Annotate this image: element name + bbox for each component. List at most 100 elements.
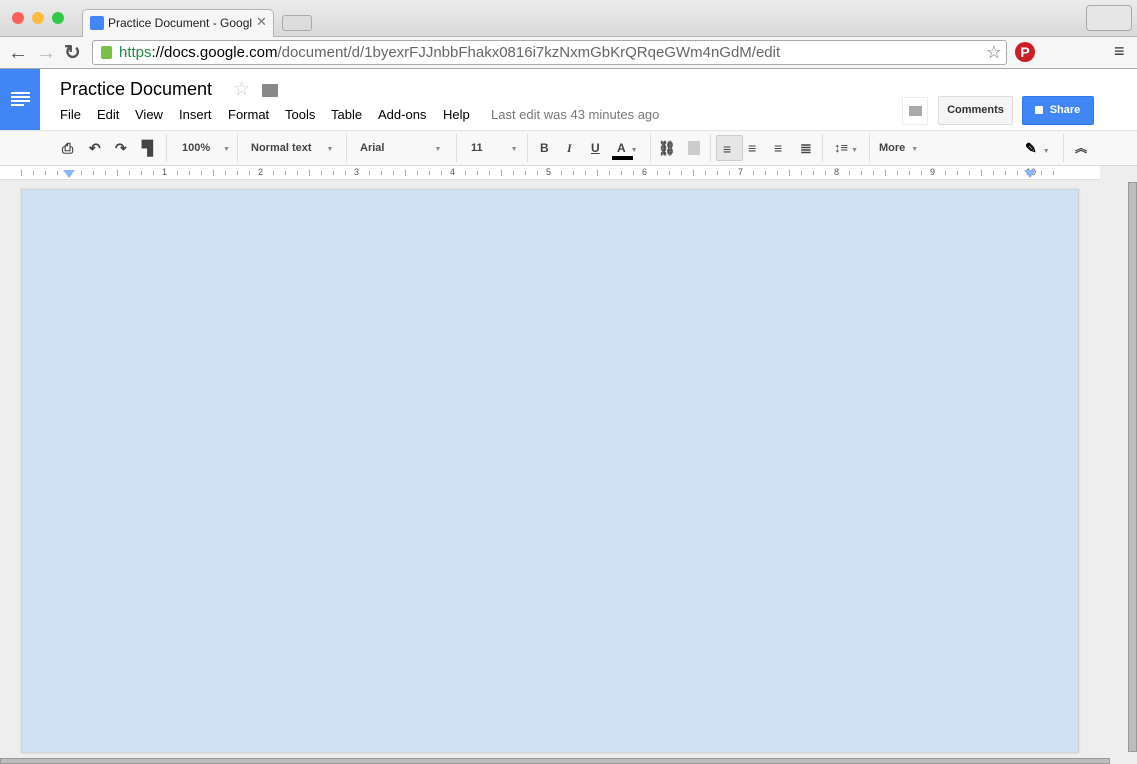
ruler-tick bbox=[621, 171, 622, 175]
browser-tab[interactable]: Practice Document - Googl ✕ bbox=[82, 9, 274, 37]
ruler-tick bbox=[825, 171, 826, 175]
lock-icon bbox=[101, 46, 112, 59]
ruler-tick bbox=[501, 170, 502, 176]
chevron-down-icon: ▼ bbox=[326, 146, 334, 153]
link-icon[interactable]: ⛓ bbox=[658, 131, 676, 165]
ruler-tick bbox=[765, 171, 766, 175]
align-center-icon[interactable]: ≡ bbox=[748, 131, 756, 165]
last-edit-status[interactable]: Last edit was 43 minutes ago bbox=[491, 107, 659, 122]
browser-menu-icon[interactable]: ≡ bbox=[1114, 41, 1125, 62]
ruler-number: 6 bbox=[642, 167, 648, 177]
ruler[interactable]: 1 2 3 4 5 6 7 8 9 10 bbox=[0, 166, 1100, 180]
ruler-tick bbox=[681, 171, 682, 175]
menu-file[interactable]: File bbox=[60, 107, 81, 122]
star-icon[interactable]: ☆ bbox=[233, 78, 250, 101]
chevron-down-icon: ▼ bbox=[1042, 148, 1050, 155]
collapse-menus-icon[interactable]: ︽ bbox=[1075, 131, 1087, 165]
close-window-button[interactable] bbox=[12, 12, 24, 24]
share-button[interactable]: Share bbox=[1022, 96, 1094, 125]
align-left-button[interactable]: ≡ bbox=[716, 135, 743, 161]
horizontal-scrollbar[interactable] bbox=[0, 758, 1110, 764]
vertical-scrollbar[interactable] bbox=[1128, 182, 1137, 752]
menu-help[interactable]: Help bbox=[443, 107, 470, 122]
line-spacing-button[interactable]: ↕≡ ▼ bbox=[834, 131, 858, 165]
folder-icon[interactable] bbox=[262, 84, 278, 97]
url-scheme: https bbox=[119, 44, 152, 61]
ruler-tick bbox=[273, 171, 274, 175]
underline-button[interactable]: U bbox=[591, 131, 600, 165]
ruler-tick bbox=[513, 171, 514, 175]
url-host: ://docs.google.com bbox=[151, 44, 278, 61]
separator bbox=[1063, 134, 1064, 162]
chevron-down-icon: ▼ bbox=[911, 146, 919, 153]
bookmark-star-icon[interactable]: ☆ bbox=[986, 41, 1002, 64]
ruler-tick bbox=[669, 171, 670, 175]
back-icon[interactable]: ← bbox=[8, 42, 28, 64]
ruler-tick bbox=[537, 171, 538, 175]
ruler-tick bbox=[489, 171, 490, 175]
font-select[interactable]: Arial ▼ bbox=[360, 131, 441, 165]
ruler-tick bbox=[405, 170, 406, 176]
undo-icon[interactable]: ↶ bbox=[89, 131, 101, 165]
document-page[interactable] bbox=[21, 189, 1079, 753]
ruler-tick bbox=[249, 171, 250, 175]
menu-tools[interactable]: Tools bbox=[285, 107, 315, 122]
chevron-down-icon: ▼ bbox=[630, 147, 638, 154]
font-size-select[interactable]: 11 ▼ bbox=[471, 131, 518, 165]
new-tab-button[interactable] bbox=[282, 15, 312, 31]
pinterest-icon[interactable]: P bbox=[1015, 42, 1035, 62]
ruler-tick bbox=[417, 171, 418, 175]
editing-mode-button[interactable]: ✎ ▼ bbox=[1025, 131, 1050, 165]
ruler-tick bbox=[957, 171, 958, 175]
separator bbox=[456, 134, 457, 162]
align-left-icon: ≡ bbox=[723, 141, 732, 157]
reload-icon[interactable]: ↻ bbox=[64, 42, 81, 64]
address-bar[interactable]: https://docs.google.com/document/d/1byex… bbox=[92, 40, 1007, 65]
insert-comment-icon[interactable] bbox=[688, 141, 700, 155]
ruler-tick bbox=[81, 171, 82, 175]
comment-history-button[interactable] bbox=[902, 97, 928, 125]
browser-navbar: ← → ↻ https://docs.google.com/document/d… bbox=[0, 37, 1137, 69]
ruler-tick bbox=[849, 171, 850, 175]
align-right-icon[interactable]: ≡ bbox=[774, 131, 782, 165]
text-color-button[interactable]: A ▼ bbox=[612, 131, 646, 165]
minimize-window-button[interactable] bbox=[32, 12, 44, 24]
menu-edit[interactable]: Edit bbox=[97, 107, 119, 122]
menu-view[interactable]: View bbox=[135, 107, 163, 122]
italic-button[interactable]: I bbox=[567, 131, 572, 165]
ruler-tick bbox=[657, 171, 658, 175]
ruler-tick bbox=[441, 171, 442, 175]
ruler-tick bbox=[777, 171, 778, 175]
window-button[interactable] bbox=[1086, 5, 1132, 31]
ruler-number: 5 bbox=[546, 167, 552, 177]
forward-icon[interactable]: → bbox=[36, 42, 56, 64]
menu-table[interactable]: Table bbox=[331, 107, 362, 122]
ruler-tick bbox=[213, 170, 214, 176]
zoom-select[interactable]: 100% ▼ bbox=[182, 131, 230, 165]
print-icon[interactable]: ⎙ bbox=[62, 131, 73, 165]
paint-format-icon[interactable]: ▜ bbox=[142, 131, 153, 165]
redo-icon[interactable]: ↷ bbox=[115, 131, 127, 165]
menu-format[interactable]: Format bbox=[228, 107, 269, 122]
separator bbox=[869, 134, 870, 162]
style-select[interactable]: Normal text ▼ bbox=[251, 131, 333, 165]
docs-home-logo[interactable] bbox=[0, 69, 40, 130]
ruler-tick bbox=[45, 171, 46, 175]
ruler-number: 1 bbox=[162, 167, 168, 177]
left-indent-marker[interactable] bbox=[63, 170, 75, 178]
comments-button[interactable]: Comments bbox=[938, 96, 1013, 125]
more-button[interactable]: More ▼ bbox=[879, 131, 918, 165]
url-path: /document/d/1byexrFJJnbbFhakx0816i7kzNxm… bbox=[277, 44, 781, 61]
menu-addons[interactable]: Add-ons bbox=[378, 107, 426, 122]
justify-icon[interactable]: ≣ bbox=[800, 131, 812, 165]
bold-button[interactable]: B bbox=[540, 131, 549, 165]
document-title[interactable]: Practice Document bbox=[60, 79, 212, 100]
right-indent-marker[interactable] bbox=[1024, 170, 1036, 178]
menu-insert[interactable]: Insert bbox=[179, 107, 212, 122]
lock-icon bbox=[1035, 106, 1043, 114]
close-tab-icon[interactable]: ✕ bbox=[256, 14, 267, 30]
ruler-tick bbox=[381, 171, 382, 175]
ruler-number: 8 bbox=[834, 167, 840, 177]
maximize-window-button[interactable] bbox=[52, 12, 64, 24]
separator bbox=[650, 134, 651, 162]
